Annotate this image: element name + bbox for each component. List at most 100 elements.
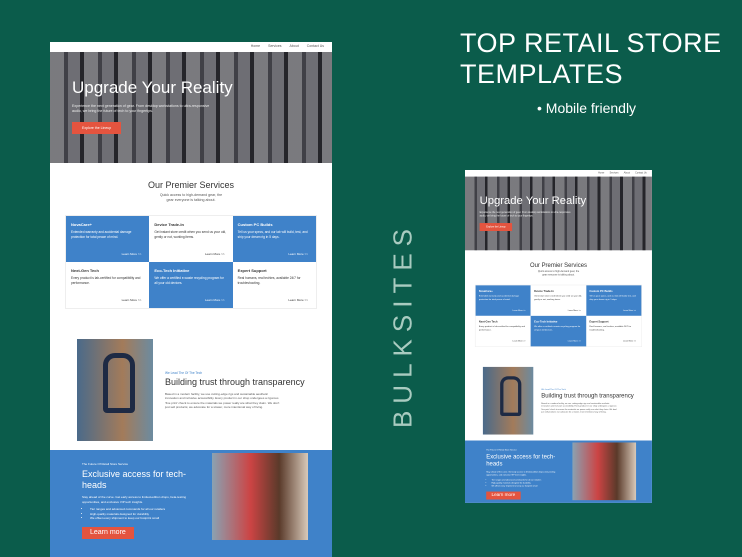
exclusive-section: The Future Of Retail Store Service Exclu…: [50, 450, 332, 557]
services-subtitle: Quick access to high-demand gear, the ge…: [537, 270, 580, 277]
card-title: Next-Gen Tech: [71, 268, 99, 273]
hero-text: Experience the next generation of gear. …: [72, 104, 210, 113]
card-text: Get instant store credit when you send u…: [154, 230, 227, 239]
hero-text: Experience the next generation of gear. …: [479, 211, 571, 218]
nav-services[interactable]: Services: [610, 171, 619, 175]
service-card[interactable]: Device Trade-In Get instant store credit …: [149, 216, 233, 262]
learn-more-link[interactable]: Learn More >>: [122, 298, 142, 302]
learn-more-link[interactable]: Learn More >>: [623, 309, 636, 312]
card-title: NovaCare+: [478, 289, 493, 293]
exclusive-section: The Future Of Retail Store Service Exclu…: [465, 440, 652, 503]
learn-more-link[interactable]: Learn More >>: [568, 309, 581, 312]
card-text: We offer a certified e-waste recycling p…: [534, 325, 581, 331]
card-title: Expert Support: [589, 319, 609, 324]
card-title: Device Trade-In: [154, 222, 184, 227]
learn-more-link[interactable]: Learn More >>: [122, 252, 142, 256]
services-section: Our Premier Services Quick access to hig…: [50, 163, 332, 330]
trust-title: Building trust through transparency: [165, 376, 305, 387]
card-text: Every product is lab-certified for compa…: [71, 276, 141, 285]
headline: TOP RETAIL STORE TEMPLATES: [460, 28, 722, 90]
nav-services[interactable]: Services: [268, 44, 281, 50]
hero-section: Upgrade Your Reality Experience the next…: [465, 177, 652, 251]
learn-more-link[interactable]: Learn More >>: [288, 252, 308, 256]
nav-contact[interactable]: Contact Us: [307, 44, 324, 50]
exclusive-title: Exclusive access for tech-heads: [486, 453, 556, 468]
exclusive-title: Exclusive access for tech-heads: [82, 469, 187, 490]
services-subtitle: Quick access to high-demand gear, the ge…: [159, 193, 223, 202]
trust-title: Building trust through transparency: [541, 391, 634, 399]
trust-text: Based in a modern facility, we use cutti…: [541, 401, 618, 414]
hero-title: Upgrade Your Reality: [479, 193, 587, 207]
card-title: Custom PC Builds: [589, 289, 613, 293]
service-card[interactable]: Next-Gen Tech Every product is lab-certif…: [66, 262, 150, 308]
headline-line-1: TOP RETAIL STORE: [460, 28, 722, 58]
exclusive-cta-button[interactable]: Learn more: [486, 491, 521, 500]
card-text: Extended warranty and accidental damage …: [478, 294, 519, 301]
nav-contact[interactable]: Contact Us: [635, 171, 646, 175]
exclusive-text: Stay ahead of the curve. Get early acces…: [486, 470, 556, 476]
learn-more-link[interactable]: Learn More >>: [288, 298, 308, 302]
learn-more-link[interactable]: Learn More >>: [205, 252, 225, 256]
site-nav: Home Services About Contact Us: [465, 170, 652, 177]
hero-cta-button[interactable]: Explore the Lineup: [72, 122, 122, 134]
card-text: Every product is lab-certified for compa…: [478, 325, 525, 331]
card-text: Tell us your specs, and our lab will bui…: [589, 294, 636, 301]
headphones-image: [77, 339, 153, 441]
service-card[interactable]: Custom PC Builds Tell us your specs, and …: [232, 216, 316, 262]
card-title: NovaCare+: [71, 222, 93, 227]
services-grid: NovaCare+ Extended warranty and accidenta…: [65, 215, 317, 309]
services-section: Our Premier Services Quick access to hig…: [465, 250, 652, 361]
card-title: Eco-Tech Initiative: [534, 319, 558, 324]
service-card[interactable]: Expert Support Real humans, real techies,…: [586, 315, 642, 347]
learn-more-link[interactable]: Learn More >>: [512, 340, 525, 343]
exclusive-bullets: Tier ranges and advanced commands for al…: [492, 478, 565, 487]
learn-more-link[interactable]: Learn More >>: [623, 340, 636, 343]
trust-text: Based in a modern facility, we use cutti…: [165, 391, 280, 410]
learn-more-link[interactable]: Learn More >>: [205, 298, 225, 302]
website-mockup-preview: Home Services About Contact Us Upgrade Y…: [465, 170, 652, 503]
trust-section: We Lead The Of The Tech Building trust t…: [465, 361, 652, 441]
card-title: Device Trade-In: [534, 289, 554, 293]
service-card[interactable]: Eco-Tech Initiative We offer a certified …: [530, 315, 587, 347]
service-card[interactable]: Device Trade-In Get instant store credit …: [530, 285, 587, 316]
hero-title: Upgrade Your Reality: [72, 78, 233, 97]
nav-about[interactable]: About: [290, 44, 299, 50]
card-title: Eco-Tech Initiative: [154, 268, 190, 273]
bullet-item: We offset every shipment to keep our foo…: [492, 484, 565, 487]
exclusive-cta-button[interactable]: Learn more: [82, 526, 134, 539]
services-grid: NovaCare+ Extended warranty and accidenta…: [474, 284, 643, 348]
learn-more-link[interactable]: Learn More >>: [512, 309, 525, 312]
service-card[interactable]: Expert Support Real humans, real techies,…: [232, 262, 316, 308]
service-card[interactable]: NovaCare+ Extended warranty and accidenta…: [475, 285, 531, 316]
trust-section: We Lead The Of The Tech Building trust t…: [50, 330, 332, 450]
nav-home[interactable]: Home: [251, 44, 260, 50]
shopper-image: [572, 442, 637, 501]
nav-about[interactable]: About: [624, 171, 630, 175]
feature-mobile-friendly: • Mobile friendly: [537, 100, 637, 116]
headphones-image: [482, 366, 534, 435]
brand-watermark: BULKSITES: [387, 221, 418, 429]
service-card[interactable]: Eco-Tech Initiative We offer a certified …: [149, 262, 233, 308]
services-title: Our Premier Services: [147, 180, 235, 190]
website-mockup-desktop: Home Services About Contact Us Upgrade Y…: [50, 42, 332, 557]
site-nav: Home Services About Contact Us: [50, 42, 332, 52]
learn-more-link[interactable]: Learn More >>: [568, 340, 581, 343]
card-text: Real humans, real techies, available 24/…: [237, 276, 301, 285]
card-text: Get instant store credit when you send u…: [534, 294, 582, 301]
bullet-item: We offset every shipment to keep our foo…: [90, 516, 200, 521]
exclusive-text: Stay ahead of the curve. Get early acces…: [82, 495, 187, 504]
trust-kicker: We Lead The Of The Tech: [165, 370, 203, 375]
nav-home[interactable]: Home: [598, 171, 604, 175]
service-card[interactable]: Custom PC Builds Tell us your specs, and …: [586, 285, 642, 316]
exclusive-kicker: The Future Of Retail Store Service: [82, 462, 129, 466]
headline-line-2: TEMPLATES: [460, 59, 624, 89]
trust-kicker: We Lead The Of The Tech: [541, 387, 566, 391]
service-card[interactable]: Next-Gen Tech Every product is lab-certif…: [475, 315, 531, 347]
card-text: Real humans, real techies, available 24/…: [589, 325, 632, 331]
card-title: Next-Gen Tech: [478, 319, 498, 324]
hero-cta-button[interactable]: Explore the Lineup: [479, 223, 513, 231]
card-text: Extended warranty and accidental damage …: [71, 230, 132, 239]
service-card[interactable]: NovaCare+ Extended warranty and accidenta…: [66, 216, 150, 262]
services-title: Our Premier Services: [529, 261, 588, 269]
card-text: We offer a certified e-waste recycling p…: [154, 276, 224, 285]
